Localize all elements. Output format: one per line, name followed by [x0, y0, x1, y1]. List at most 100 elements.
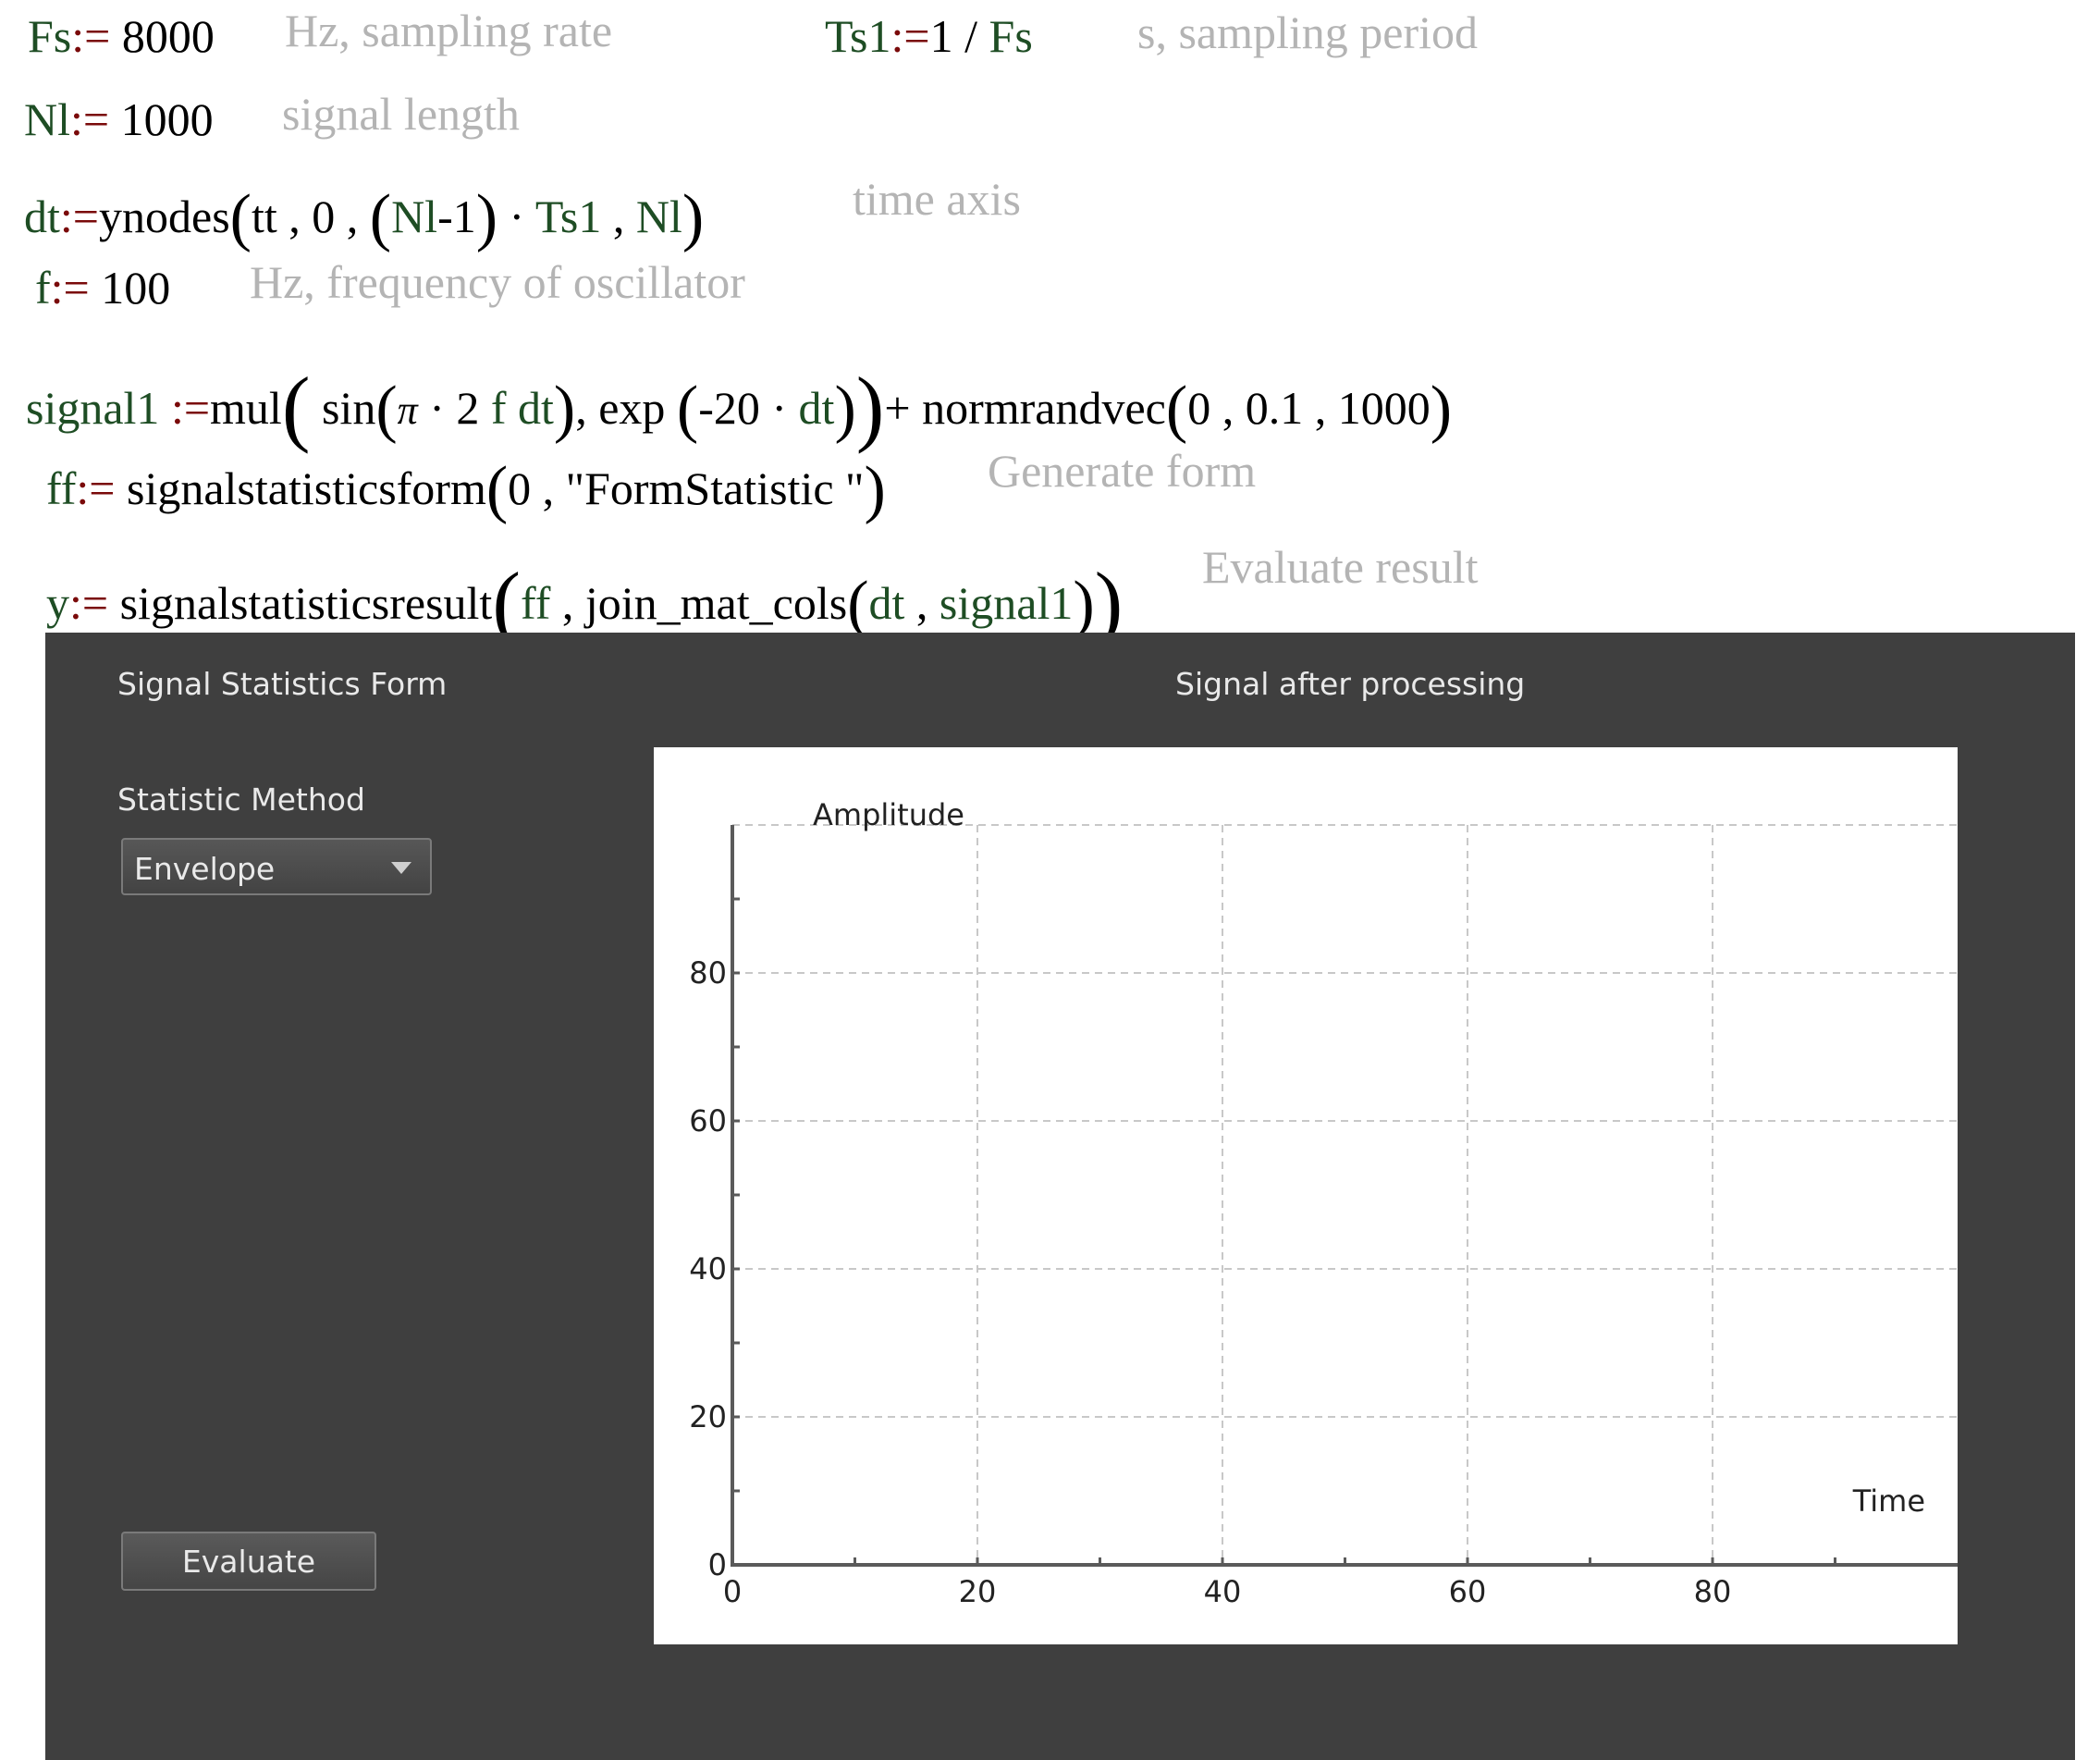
statistic-method-label: Statistic Method: [117, 782, 365, 818]
ts-num: 1: [929, 10, 953, 62]
arg-sigma: 0.1: [1245, 382, 1304, 434]
expr-nl[interactable]: Nl:= 1000: [24, 96, 214, 142]
num-two: 2: [456, 382, 480, 434]
paren-open: (: [485, 454, 509, 525]
arg-signal1: signal1: [939, 577, 1074, 629]
nl-value: 1000: [120, 93, 214, 145]
sep: ,: [542, 462, 555, 514]
comment-ts1[interactable]: s, sampling period: [1137, 9, 1478, 55]
var-nl: Nl: [24, 93, 70, 145]
expr-signal1[interactable]: signal1 :=mul( sin(π · 2 f dt), exp (-20…: [26, 352, 1452, 449]
y-axis-label: Amplitude: [813, 797, 964, 832]
func-mul: mul: [210, 382, 282, 434]
x-axis-label: Time: [1852, 1483, 1925, 1519]
paren-open: (: [229, 182, 252, 253]
paren-open: (: [676, 374, 699, 445]
comment-f[interactable]: Hz, frequency of oscillator: [250, 259, 745, 305]
statistic-method-select[interactable]: Envelope: [121, 838, 432, 895]
expr-ff[interactable]: ff:= signalstatisticsform(0 , "FormStati…: [46, 451, 886, 523]
var-y: y: [46, 577, 69, 629]
paren-open: (: [281, 360, 311, 454]
y-tick-label: 80: [689, 955, 727, 991]
assign-op: :=: [59, 191, 99, 242]
arg-dt: dt: [868, 577, 905, 629]
arg-nl: Nl: [391, 191, 438, 242]
func-ynodes: ynodes: [99, 191, 230, 242]
y-tick-label: 0: [708, 1547, 727, 1582]
func-exp: exp: [598, 382, 666, 434]
paren-close: ): [475, 182, 498, 253]
paren-close: ): [1073, 569, 1095, 640]
times-op: ·: [771, 382, 788, 434]
arg-zero: 0: [312, 191, 336, 242]
sep: ,: [1314, 382, 1327, 434]
comment-fs[interactable]: Hz, sampling rate: [285, 7, 612, 54]
expr-f[interactable]: f:= 100: [35, 265, 170, 311]
x-tick-label: 40: [1204, 1574, 1242, 1609]
var-ts1: Ts1: [825, 10, 891, 62]
assign-op: :=: [71, 10, 111, 62]
fs-value: 8000: [121, 10, 215, 62]
chart-svg: 0 20 40 60 80020406080AmplitudeTime: [689, 797, 1958, 1609]
arg-tt: tt: [251, 191, 277, 242]
sep: ,: [612, 191, 625, 242]
arg-nl: Nl: [635, 191, 682, 242]
arg-ts1: Ts1: [534, 191, 602, 242]
plus-op: +: [884, 382, 911, 434]
paren-close: ): [864, 454, 886, 525]
func-signalstatisticsform: signalstatisticsform: [127, 462, 486, 514]
arg-zero: 0: [1187, 382, 1211, 434]
expr-ts1[interactable]: Ts1:=1 / Fs: [825, 13, 1033, 59]
arg-form-name: "FormStatistic ": [565, 462, 865, 514]
arg-dt: dt: [798, 382, 835, 434]
minus-op: -: [437, 191, 453, 242]
sep: ,: [289, 191, 301, 242]
var-dt: dt: [24, 191, 60, 242]
comment-ff[interactable]: Generate form: [988, 448, 1256, 494]
f-value: 100: [101, 262, 171, 314]
paren-close: ): [855, 360, 885, 454]
arg-count: 1000: [1337, 382, 1431, 434]
sep: ,: [915, 577, 928, 629]
assign-op: :=: [70, 93, 110, 145]
paren-close: ): [682, 182, 705, 253]
var-signal1: signal1: [26, 382, 160, 434]
y-tick-label: 20: [689, 1399, 727, 1434]
func-sin: sin: [321, 382, 376, 434]
arg-zero: 0: [508, 462, 532, 514]
arg-dt: dt: [518, 382, 554, 434]
y-tick-label: 60: [689, 1103, 727, 1138]
mathcad-worksheet: Fs:= 8000 Hz, sampling rate Ts1:=1 / Fs …: [0, 0, 2100, 645]
num-neg20: -20: [698, 382, 760, 434]
form-title: Signal Statistics Form: [117, 666, 448, 702]
func-signalstatisticsresult: signalstatisticsresult: [119, 577, 493, 629]
expr-y[interactable]: y:= signalstatisticsresult ( ff , join_mat…: [46, 548, 1123, 645]
func-join-mat-cols: join_mat_cols: [584, 577, 848, 629]
plot-area[interactable]: 0 20 40 60 80 0 20 40 60 80 Amplitude Time: [654, 747, 1958, 1644]
paren-open: (: [847, 569, 869, 640]
comment-dt[interactable]: time axis: [853, 176, 1021, 222]
comment-y[interactable]: Evaluate result: [1202, 544, 1479, 590]
x-tick-label: 80: [1694, 1574, 1732, 1609]
pi-symbol: π: [397, 388, 418, 433]
sep: ,: [575, 382, 587, 434]
arg-f: f: [490, 382, 507, 434]
assign-op: :=: [69, 577, 109, 629]
assign-op: :=: [170, 382, 211, 434]
ts-div: /: [964, 10, 978, 62]
paren-close: ): [834, 374, 856, 445]
var-fs: Fs: [28, 10, 72, 62]
comment-nl[interactable]: signal length: [282, 91, 520, 137]
assign-op: :=: [50, 262, 90, 314]
times-op: ·: [429, 382, 445, 434]
chevron-down-icon: [391, 862, 411, 874]
y-tick-label: 40: [689, 1251, 727, 1286]
var-f: f: [35, 262, 51, 314]
paren-open: (: [1165, 374, 1188, 445]
expr-fs[interactable]: Fs:= 8000: [28, 13, 215, 59]
times-op: ·: [509, 191, 525, 242]
evaluate-button[interactable]: Evaluate: [121, 1532, 376, 1591]
arg-ff: ff: [520, 577, 551, 629]
ts-den: Fs: [989, 10, 1033, 62]
expr-dt[interactable]: dt:=ynodes(tt , 0 , (Nl-1) · Ts1 , Nl): [24, 179, 704, 251]
